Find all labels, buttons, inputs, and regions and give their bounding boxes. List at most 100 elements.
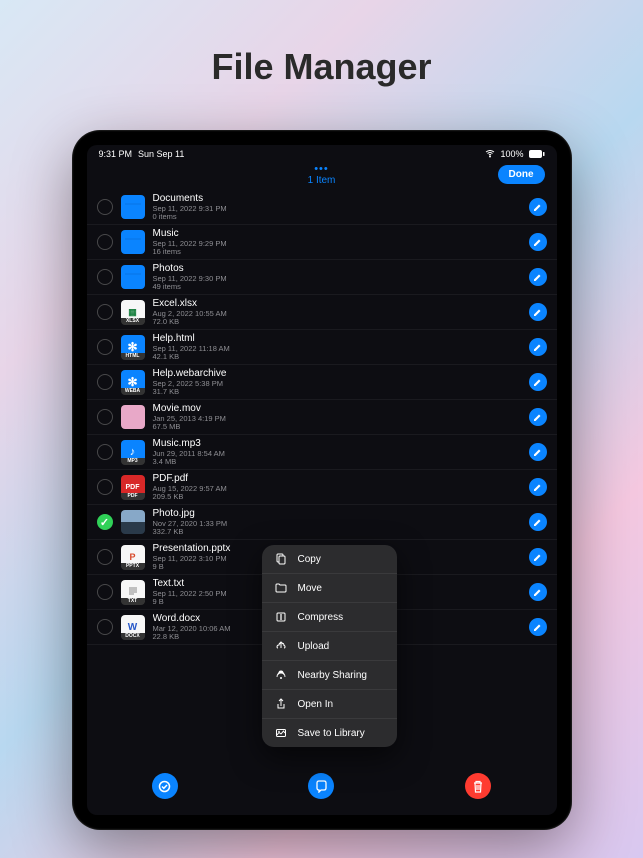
edit-button[interactable] <box>529 513 547 531</box>
open-icon <box>274 698 288 710</box>
file-info: PDF.pdfAug 15, 2022 9:57 AM209.5 KB <box>153 473 521 502</box>
file-row[interactable]: Movie.movJan 25, 2013 4:19 PM67.5 MB <box>87 400 557 435</box>
menu-item-label: Nearby Sharing <box>298 670 367 681</box>
menu-item-share[interactable]: Nearby Sharing <box>262 661 397 690</box>
selection-checkbox[interactable] <box>97 234 113 250</box>
file-type-icon <box>121 510 145 534</box>
file-type-icon: ✻WEBA <box>121 370 145 394</box>
delete-button[interactable] <box>465 773 491 799</box>
menu-item-label: Move <box>298 583 322 594</box>
file-row[interactable]: PDFPDF PDF.pdfAug 15, 2022 9:57 AM209.5 K… <box>87 470 557 505</box>
select-all-button[interactable] <box>152 773 178 799</box>
file-name: Excel.xlsx <box>153 298 521 310</box>
edit-button[interactable] <box>529 548 547 566</box>
selection-checkbox[interactable] <box>97 479 113 495</box>
selection-checkbox[interactable] <box>97 549 113 565</box>
file-size: 332.7 KB <box>153 528 521 536</box>
file-size: 0 items <box>153 213 521 221</box>
file-name: PDF.pdf <box>153 473 521 485</box>
file-info: Excel.xlsxAug 2, 2022 10:55 AM72.0 KB <box>153 298 521 327</box>
file-size: 67.5 MB <box>153 423 521 431</box>
menu-item-save[interactable]: Save to Library <box>262 719 397 747</box>
file-name: Help.html <box>153 333 521 345</box>
selection-checkbox[interactable]: ✓ <box>97 514 113 530</box>
file-date: Aug 2, 2022 10:55 AM <box>153 310 521 318</box>
file-type-icon: ▦XLSX <box>121 300 145 324</box>
edit-button[interactable] <box>529 408 547 426</box>
screen: 9:31 PM Sun Sep 11 100% ••• 1 Item Done … <box>87 145 557 815</box>
status-time: 9:31 PM <box>99 149 133 159</box>
edit-button[interactable] <box>529 268 547 286</box>
file-type-icon: TXT <box>121 580 145 604</box>
edit-button[interactable] <box>529 373 547 391</box>
selection-checkbox[interactable] <box>97 409 113 425</box>
menu-item-label: Save to Library <box>298 728 365 739</box>
edit-button[interactable] <box>529 583 547 601</box>
edit-button[interactable] <box>529 478 547 496</box>
selection-count: 1 Item <box>308 175 336 186</box>
file-size: 42.1 KB <box>153 353 521 361</box>
selection-checkbox[interactable] <box>97 199 113 215</box>
selection-checkbox[interactable] <box>97 304 113 320</box>
menu-item-open[interactable]: Open In <box>262 690 397 719</box>
file-date: Sep 2, 2022 5:38 PM <box>153 380 521 388</box>
selection-checkbox[interactable] <box>97 584 113 600</box>
file-type-icon: WDOCX <box>121 615 145 639</box>
file-date: Aug 15, 2022 9:57 AM <box>153 485 521 493</box>
file-date: Sep 11, 2022 11:18 AM <box>153 345 521 353</box>
file-date: Sep 11, 2022 9:30 PM <box>153 275 521 283</box>
file-info: PhotosSep 11, 2022 9:30 PM49 items <box>153 263 521 292</box>
file-row[interactable]: ▦XLSX Excel.xlsxAug 2, 2022 10:55 AM72.0 … <box>87 295 557 330</box>
file-info: Music.mp3Jun 29, 2011 8:54 AM3.4 MB <box>153 438 521 467</box>
battery-percent: 100% <box>500 149 523 159</box>
edit-button[interactable] <box>529 618 547 636</box>
edit-button[interactable] <box>529 443 547 461</box>
file-row[interactable]: PhotosSep 11, 2022 9:30 PM49 items <box>87 260 557 295</box>
file-type-icon: PDFPDF <box>121 475 145 499</box>
file-size: 209.5 KB <box>153 493 521 501</box>
compress-icon <box>274 611 288 623</box>
selection-checkbox[interactable] <box>97 339 113 355</box>
file-row[interactable]: ✻HTMLHelp.htmlSep 11, 2022 11:18 AM42.1 … <box>87 330 557 365</box>
file-name: Music <box>153 228 521 240</box>
file-row[interactable]: ✓ Photo.jpgNov 27, 2020 1:33 PM332.7 KB <box>87 505 557 540</box>
file-info: Help.webarchiveSep 2, 2022 5:38 PM31.7 K… <box>153 368 521 397</box>
menu-item-upload[interactable]: Upload <box>262 632 397 661</box>
menu-item-copy[interactable]: Copy <box>262 545 397 574</box>
menu-item-compress[interactable]: Compress <box>262 603 397 632</box>
selection-checkbox[interactable] <box>97 444 113 460</box>
file-row[interactable]: MusicSep 11, 2022 9:29 PM16 items <box>87 225 557 260</box>
file-name: Music.mp3 <box>153 438 521 450</box>
more-icon[interactable]: ••• <box>308 164 336 175</box>
file-date: Sep 11, 2022 9:29 PM <box>153 240 521 248</box>
file-row[interactable]: DocumentsSep 11, 2022 9:31 PM0 items <box>87 190 557 225</box>
file-info: Movie.movJan 25, 2013 4:19 PM67.5 MB <box>153 403 521 432</box>
file-size: 31.7 KB <box>153 388 521 396</box>
battery-icon <box>529 150 545 158</box>
selection-checkbox[interactable] <box>97 619 113 635</box>
wifi-icon <box>485 150 495 158</box>
edit-button[interactable] <box>529 233 547 251</box>
file-row[interactable]: ✻WEBA Help.webarchiveSep 2, 2022 5:38 PM3… <box>87 365 557 400</box>
menu-item-label: Copy <box>298 554 321 565</box>
move-icon <box>274 582 288 594</box>
file-type-icon: ♪MP3 <box>121 440 145 464</box>
menu-item-move[interactable]: Move <box>262 574 397 603</box>
actions-button[interactable] <box>308 773 334 799</box>
done-button[interactable]: Done <box>498 165 545 184</box>
edit-button[interactable] <box>529 338 547 356</box>
file-date: Nov 27, 2020 1:33 PM <box>153 520 521 528</box>
file-name: Photo.jpg <box>153 508 521 520</box>
file-name: Photos <box>153 263 521 275</box>
selection-checkbox[interactable] <box>97 374 113 390</box>
file-date: Jan 25, 2013 4:19 PM <box>153 415 521 423</box>
file-row[interactable]: ♪MP3 Music.mp3Jun 29, 2011 8:54 AM3.4 MB <box>87 435 557 470</box>
edit-button[interactable] <box>529 303 547 321</box>
bottom-toolbar <box>87 763 557 815</box>
menu-item-label: Open In <box>298 699 334 710</box>
selection-checkbox[interactable] <box>97 269 113 285</box>
file-size: 3.4 MB <box>153 458 521 466</box>
menu-item-label: Upload <box>298 641 330 652</box>
edit-button[interactable] <box>529 198 547 216</box>
file-name: Documents <box>153 193 521 205</box>
